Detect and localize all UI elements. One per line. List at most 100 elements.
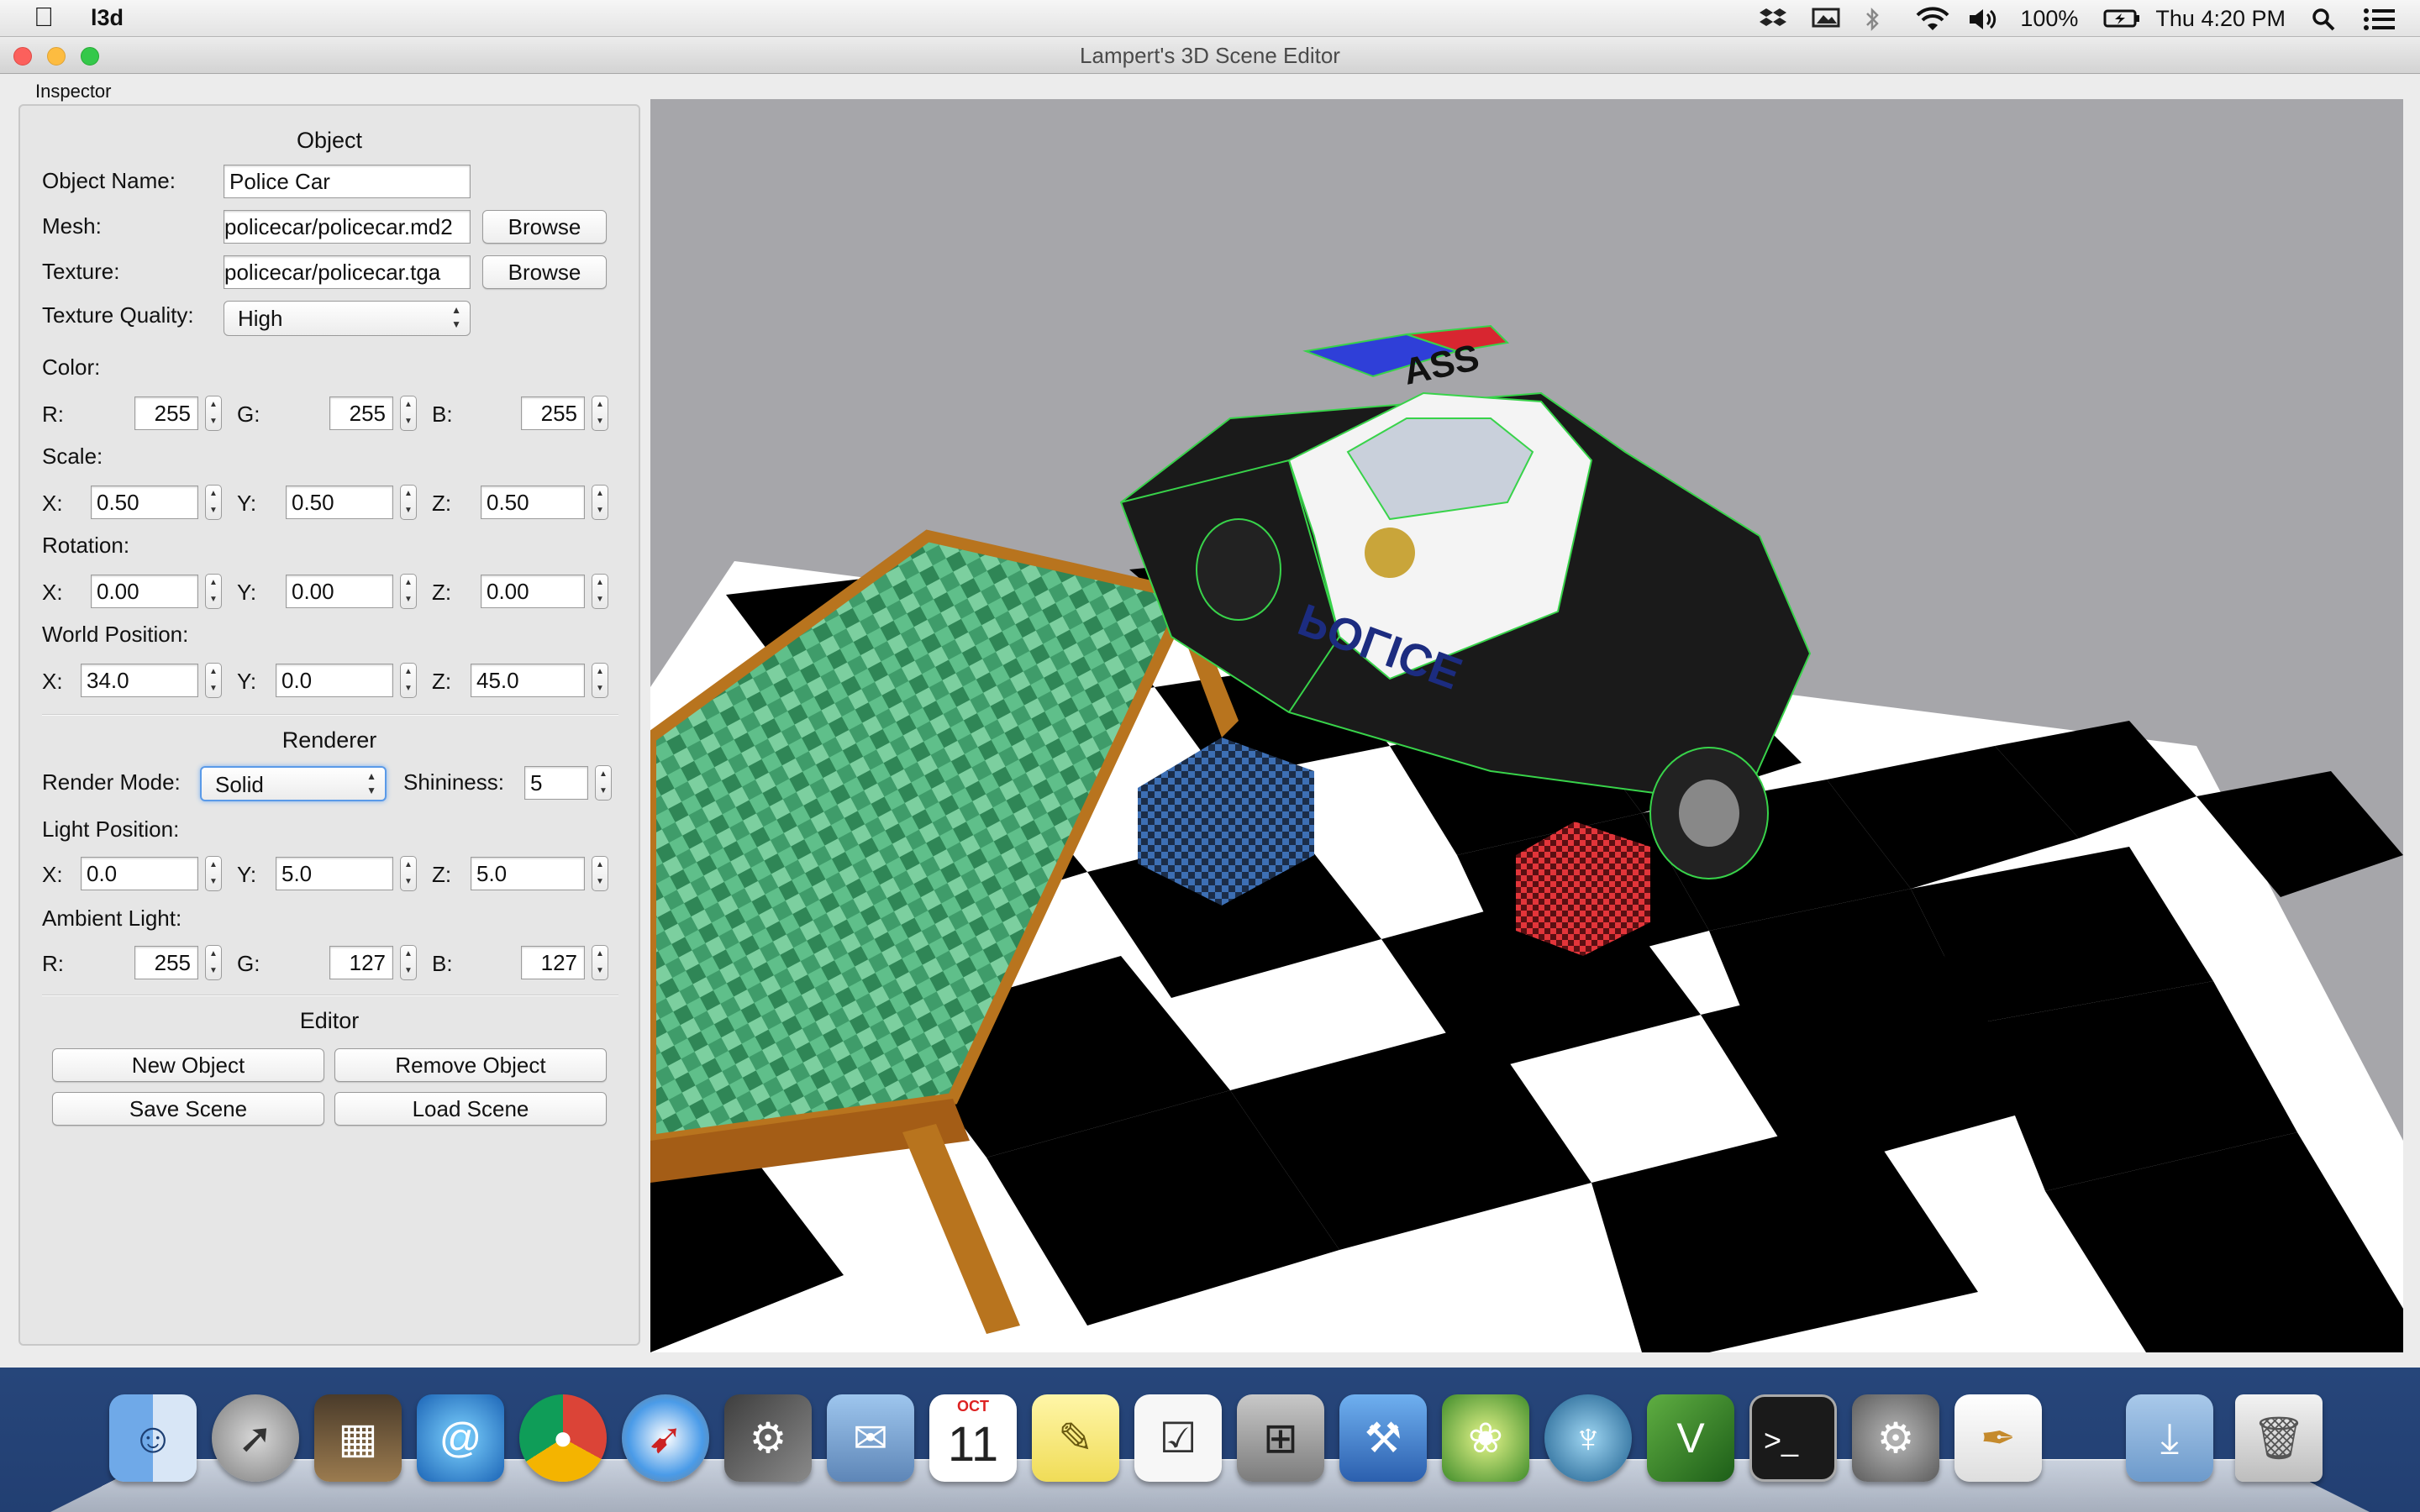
- save-scene-button[interactable]: Save Scene: [52, 1092, 324, 1126]
- scale-x-stepper[interactable]: ▲ ▼: [205, 485, 222, 520]
- rotation-y-field[interactable]: 0.00: [286, 575, 393, 608]
- ambient-r-stepper[interactable]: ▲ ▼: [205, 945, 222, 980]
- rotation-z-field[interactable]: 0.00: [481, 575, 585, 608]
- load-scene-button[interactable]: Load Scene: [334, 1092, 607, 1126]
- scale-z-field[interactable]: 0.50: [481, 486, 585, 519]
- world-position-x-label: X:: [42, 669, 63, 694]
- ambient-r-field[interactable]: 255: [134, 946, 198, 979]
- light-position-z-field[interactable]: 5.0: [471, 857, 585, 890]
- rotation-x-field[interactable]: 0.00: [91, 575, 198, 608]
- color-g-field[interactable]: 255: [329, 396, 393, 430]
- render-mode-select[interactable]: Solid ▲ ▼: [200, 766, 387, 801]
- scale-x-label: X:: [42, 491, 63, 516]
- render-mode-value: Solid: [215, 772, 264, 797]
- safari-icon[interactable]: ➹: [622, 1394, 709, 1482]
- world-position-y-stepper[interactable]: ▲ ▼: [400, 663, 417, 698]
- light-position-y-stepper[interactable]: ▲ ▼: [400, 856, 417, 891]
- world-position-y-field[interactable]: 0.0: [276, 664, 393, 697]
- zoom-window-button[interactable]: [81, 47, 99, 66]
- ambient-g-field[interactable]: 127: [329, 946, 393, 979]
- rotation-z-label: Z:: [432, 580, 452, 605]
- remove-object-button[interactable]: Remove Object: [334, 1048, 607, 1082]
- clock[interactable]: Thu 4:20 PM: [2155, 6, 2286, 32]
- chrome-icon[interactable]: ●: [519, 1394, 607, 1482]
- minimize-window-button[interactable]: [47, 47, 66, 66]
- color-g-stepper[interactable]: ▲ ▼: [400, 396, 417, 431]
- photo-browser-icon[interactable]: ▦: [314, 1394, 402, 1482]
- shininess-field[interactable]: 5: [524, 766, 588, 800]
- new-object-button[interactable]: New Object: [52, 1048, 324, 1082]
- xcode-icon[interactable]: ⚒: [1339, 1394, 1427, 1482]
- light-position-z-stepper[interactable]: ▲ ▼: [592, 856, 608, 891]
- spotlight-search-icon[interactable]: [2311, 7, 2338, 31]
- bluetooth-icon[interactable]: [1864, 7, 1891, 32]
- section-divider: [42, 995, 618, 996]
- finder-icon[interactable]: ☺: [109, 1394, 197, 1482]
- object-name-field[interactable]: Police Car: [224, 165, 471, 198]
- battery-icon[interactable]: [2103, 7, 2140, 30]
- color-r-field[interactable]: 255: [134, 396, 198, 430]
- world-position-z-stepper[interactable]: ▲ ▼: [592, 663, 608, 698]
- downloads-icon[interactable]: ⤓: [2126, 1394, 2213, 1482]
- light-position-x-stepper[interactable]: ▲ ▼: [205, 856, 222, 891]
- light-position-x-field[interactable]: 0.0: [81, 857, 198, 890]
- notification-center-icon[interactable]: [2363, 7, 2395, 30]
- volume-icon[interactable]: [1968, 7, 1996, 30]
- world-position-y-label: Y:: [237, 669, 257, 694]
- app-menu[interactable]: l3d: [91, 5, 124, 31]
- browse-texture-button[interactable]: Browse: [482, 255, 607, 289]
- rotation-x-stepper[interactable]: ▲ ▼: [205, 574, 222, 609]
- light-position-y-field[interactable]: 5.0: [276, 857, 393, 890]
- app-window: Lampert's 3D Scene Editor Inspector Obje…: [0, 37, 2420, 1368]
- scale-y-stepper[interactable]: ▲ ▼: [400, 485, 417, 520]
- scale-y-field[interactable]: 0.50: [286, 486, 393, 519]
- close-window-button[interactable]: [13, 47, 32, 66]
- scale-z-stepper[interactable]: ▲ ▼: [592, 485, 608, 520]
- texture-label: Texture:: [42, 259, 120, 284]
- title-bar[interactable]: Lampert's 3D Scene Editor: [0, 37, 2420, 74]
- launchpad-icon[interactable]: ➚: [212, 1394, 299, 1482]
- vim-icon[interactable]: V: [1647, 1394, 1734, 1482]
- wifi-icon[interactable]: [1916, 7, 1949, 30]
- textedit-icon[interactable]: ✒: [1954, 1394, 2042, 1482]
- ambient-b-stepper[interactable]: ▲ ▼: [592, 945, 608, 980]
- texture-quality-select[interactable]: High ▲ ▼: [224, 301, 471, 336]
- rotation-z-stepper[interactable]: ▲ ▼: [592, 574, 608, 609]
- mesh-path-field[interactable]: policecar/policecar.md2: [224, 210, 471, 244]
- calculator-icon[interactable]: ⊞: [1237, 1394, 1324, 1482]
- mission-control-icon[interactable]: @: [417, 1394, 504, 1482]
- stickies-icon[interactable]: ✎: [1032, 1394, 1119, 1482]
- texture-quality-label: Texture Quality:: [42, 302, 194, 328]
- color-b-field[interactable]: 255: [521, 396, 585, 430]
- reminders-icon[interactable]: ☑: [1134, 1394, 1222, 1482]
- mail-icon[interactable]: ✉: [827, 1394, 914, 1482]
- color-label: Color:: [42, 354, 101, 380]
- world-position-x-field[interactable]: 34.0: [81, 664, 198, 697]
- renderer-section-title: Renderer: [281, 727, 377, 753]
- color-b-stepper[interactable]: ▲ ▼: [592, 396, 608, 431]
- apple-menu-icon[interactable]: : [34, 2, 54, 33]
- display-icon[interactable]: [1812, 7, 1840, 30]
- sourcetree-icon[interactable]: ♆: [1544, 1394, 1632, 1482]
- mesh-label: Mesh:: [42, 213, 102, 239]
- ambient-b-field[interactable]: 127: [521, 946, 585, 979]
- inspector-panel: Object Object Name: Police Car Mesh: pol…: [18, 104, 640, 1346]
- rotation-y-stepper[interactable]: ▲ ▼: [400, 574, 417, 609]
- steam-icon[interactable]: ⚙: [724, 1394, 812, 1482]
- calendar-icon[interactable]: OCT 11: [929, 1394, 1017, 1482]
- app-icon[interactable]: ❀: [1442, 1394, 1529, 1482]
- texture-path-field[interactable]: policecar/policecar.tga: [224, 255, 471, 289]
- sheriff-badge: [1365, 528, 1415, 578]
- system-preferences-icon[interactable]: ⚙: [1852, 1394, 1939, 1482]
- trash-icon[interactable]: 🗑: [2235, 1394, 2323, 1482]
- world-position-z-field[interactable]: 45.0: [471, 664, 585, 697]
- terminal-icon[interactable]: >_: [1749, 1394, 1837, 1482]
- shininess-stepper[interactable]: ▲ ▼: [595, 765, 612, 801]
- dropbox-icon[interactable]: [1760, 7, 1787, 30]
- 3d-viewport[interactable]: ASS POLICE: [650, 99, 2403, 1352]
- world-position-x-stepper[interactable]: ▲ ▼: [205, 663, 222, 698]
- scale-x-field[interactable]: 0.50: [91, 486, 198, 519]
- color-r-stepper[interactable]: ▲ ▼: [205, 396, 222, 431]
- browse-mesh-button[interactable]: Browse: [482, 210, 607, 244]
- ambient-g-stepper[interactable]: ▲ ▼: [400, 945, 417, 980]
